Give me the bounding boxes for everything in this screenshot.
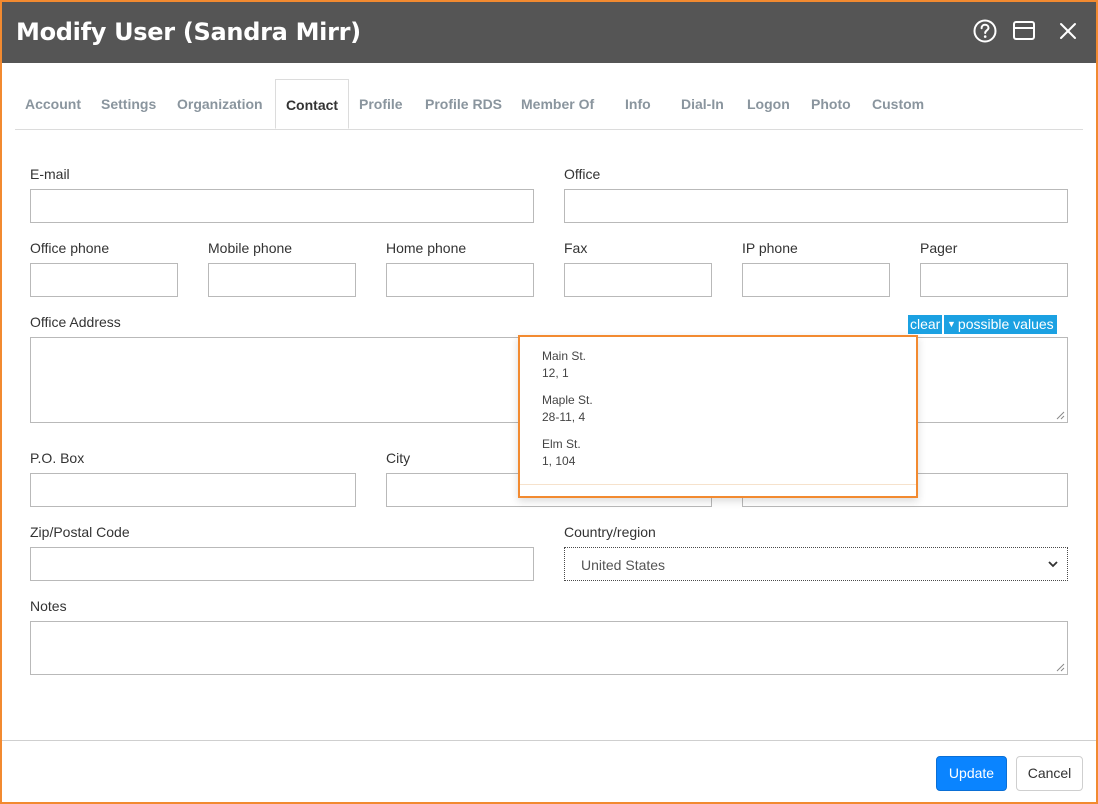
fax-field[interactable] xyxy=(564,263,712,297)
possible-values-popup: Main St. 12, 1 Maple St. 28-11, 4 Elm St… xyxy=(518,335,918,498)
possible-values-label: possible values xyxy=(957,316,1054,332)
fax-label: Fax xyxy=(564,240,588,256)
help-icon[interactable] xyxy=(972,18,998,44)
possible-value-option[interactable]: Maple St. 28-11, 4 xyxy=(542,392,593,426)
tab-account[interactable]: Account xyxy=(25,79,81,129)
country-select-value: United States xyxy=(581,557,666,573)
email-label: E-mail xyxy=(30,166,70,182)
tab-info[interactable]: Info xyxy=(625,79,651,129)
office-phone-field[interactable] xyxy=(30,263,178,297)
home-phone-label: Home phone xyxy=(386,240,467,256)
dialog-title: Modify User (Sandra Mirr) xyxy=(16,18,361,46)
notes-label: Notes xyxy=(30,598,67,614)
tab-profile-rds[interactable]: Profile RDS xyxy=(425,79,502,129)
notes-field[interactable] xyxy=(30,621,1068,675)
country-select[interactable]: United States xyxy=(564,547,1068,581)
cancel-button[interactable]: Cancel xyxy=(1016,756,1083,791)
tab-custom[interactable]: Custom xyxy=(872,79,924,129)
tab-member-of[interactable]: Member Of xyxy=(521,79,594,129)
pager-field[interactable] xyxy=(920,263,1068,297)
possible-value-option[interactable]: Elm St. 1, 104 xyxy=(542,436,581,470)
zip-label: Zip/Postal Code xyxy=(30,524,130,540)
possible-value-line2: 28-11, 4 xyxy=(542,410,586,424)
possible-values-button[interactable]: ▼ possible values xyxy=(944,315,1057,334)
mobile-phone-label: Mobile phone xyxy=(208,240,293,256)
pager-label: Pager xyxy=(920,240,958,256)
mobile-phone-field[interactable] xyxy=(208,263,356,297)
tab-logon[interactable]: Logon xyxy=(747,79,790,129)
tab-contact[interactable]: Contact xyxy=(275,79,349,129)
popup-divider xyxy=(520,484,916,485)
footer-divider xyxy=(2,740,1096,741)
ip-phone-field[interactable] xyxy=(742,263,890,297)
clear-button[interactable]: clear xyxy=(908,315,943,334)
possible-value-line1: Maple St. xyxy=(542,393,593,407)
maximize-icon[interactable] xyxy=(1011,18,1037,44)
home-phone-field[interactable] xyxy=(386,263,534,297)
possible-value-line1: Main St. xyxy=(542,349,587,363)
title-bar: Modify User (Sandra Mirr) xyxy=(2,2,1096,63)
update-button[interactable]: Update xyxy=(936,756,1007,791)
office-phone-label: Office phone xyxy=(30,240,110,256)
country-label: Country/region xyxy=(564,524,656,540)
tab-dial-in[interactable]: Dial-In xyxy=(681,79,724,129)
email-field[interactable] xyxy=(30,189,534,223)
zip-field[interactable] xyxy=(30,547,534,581)
po-box-field[interactable] xyxy=(30,473,356,507)
resize-grip-icon[interactable] xyxy=(1056,663,1065,672)
tab-organization[interactable]: Organization xyxy=(177,79,263,129)
office-address-label: Office Address xyxy=(30,314,121,330)
ip-phone-label: IP phone xyxy=(742,240,798,256)
possible-value-line2: 1, 104 xyxy=(542,454,576,468)
possible-value-line2: 12, 1 xyxy=(542,366,569,380)
tab-profile[interactable]: Profile xyxy=(359,79,403,129)
tab-settings[interactable]: Settings xyxy=(101,79,156,129)
office-field[interactable] xyxy=(564,189,1068,223)
city-label: City xyxy=(386,450,411,466)
close-icon[interactable] xyxy=(1055,18,1081,44)
resize-grip-icon[interactable] xyxy=(1056,411,1065,420)
caret-down-icon: ▼ xyxy=(947,319,956,329)
chevron-down-icon xyxy=(1048,561,1058,568)
possible-value-option[interactable]: Main St. 12, 1 xyxy=(542,348,586,382)
tab-bar: Account Settings Organization Contact Pr… xyxy=(15,79,1083,130)
office-label: Office xyxy=(564,166,601,182)
modify-user-dialog: Modify User (Sandra Mirr) Account Settin… xyxy=(0,0,1098,804)
possible-value-line1: Elm St. xyxy=(542,437,581,451)
po-box-label: P.O. Box xyxy=(30,450,85,466)
tab-photo[interactable]: Photo xyxy=(811,79,851,129)
